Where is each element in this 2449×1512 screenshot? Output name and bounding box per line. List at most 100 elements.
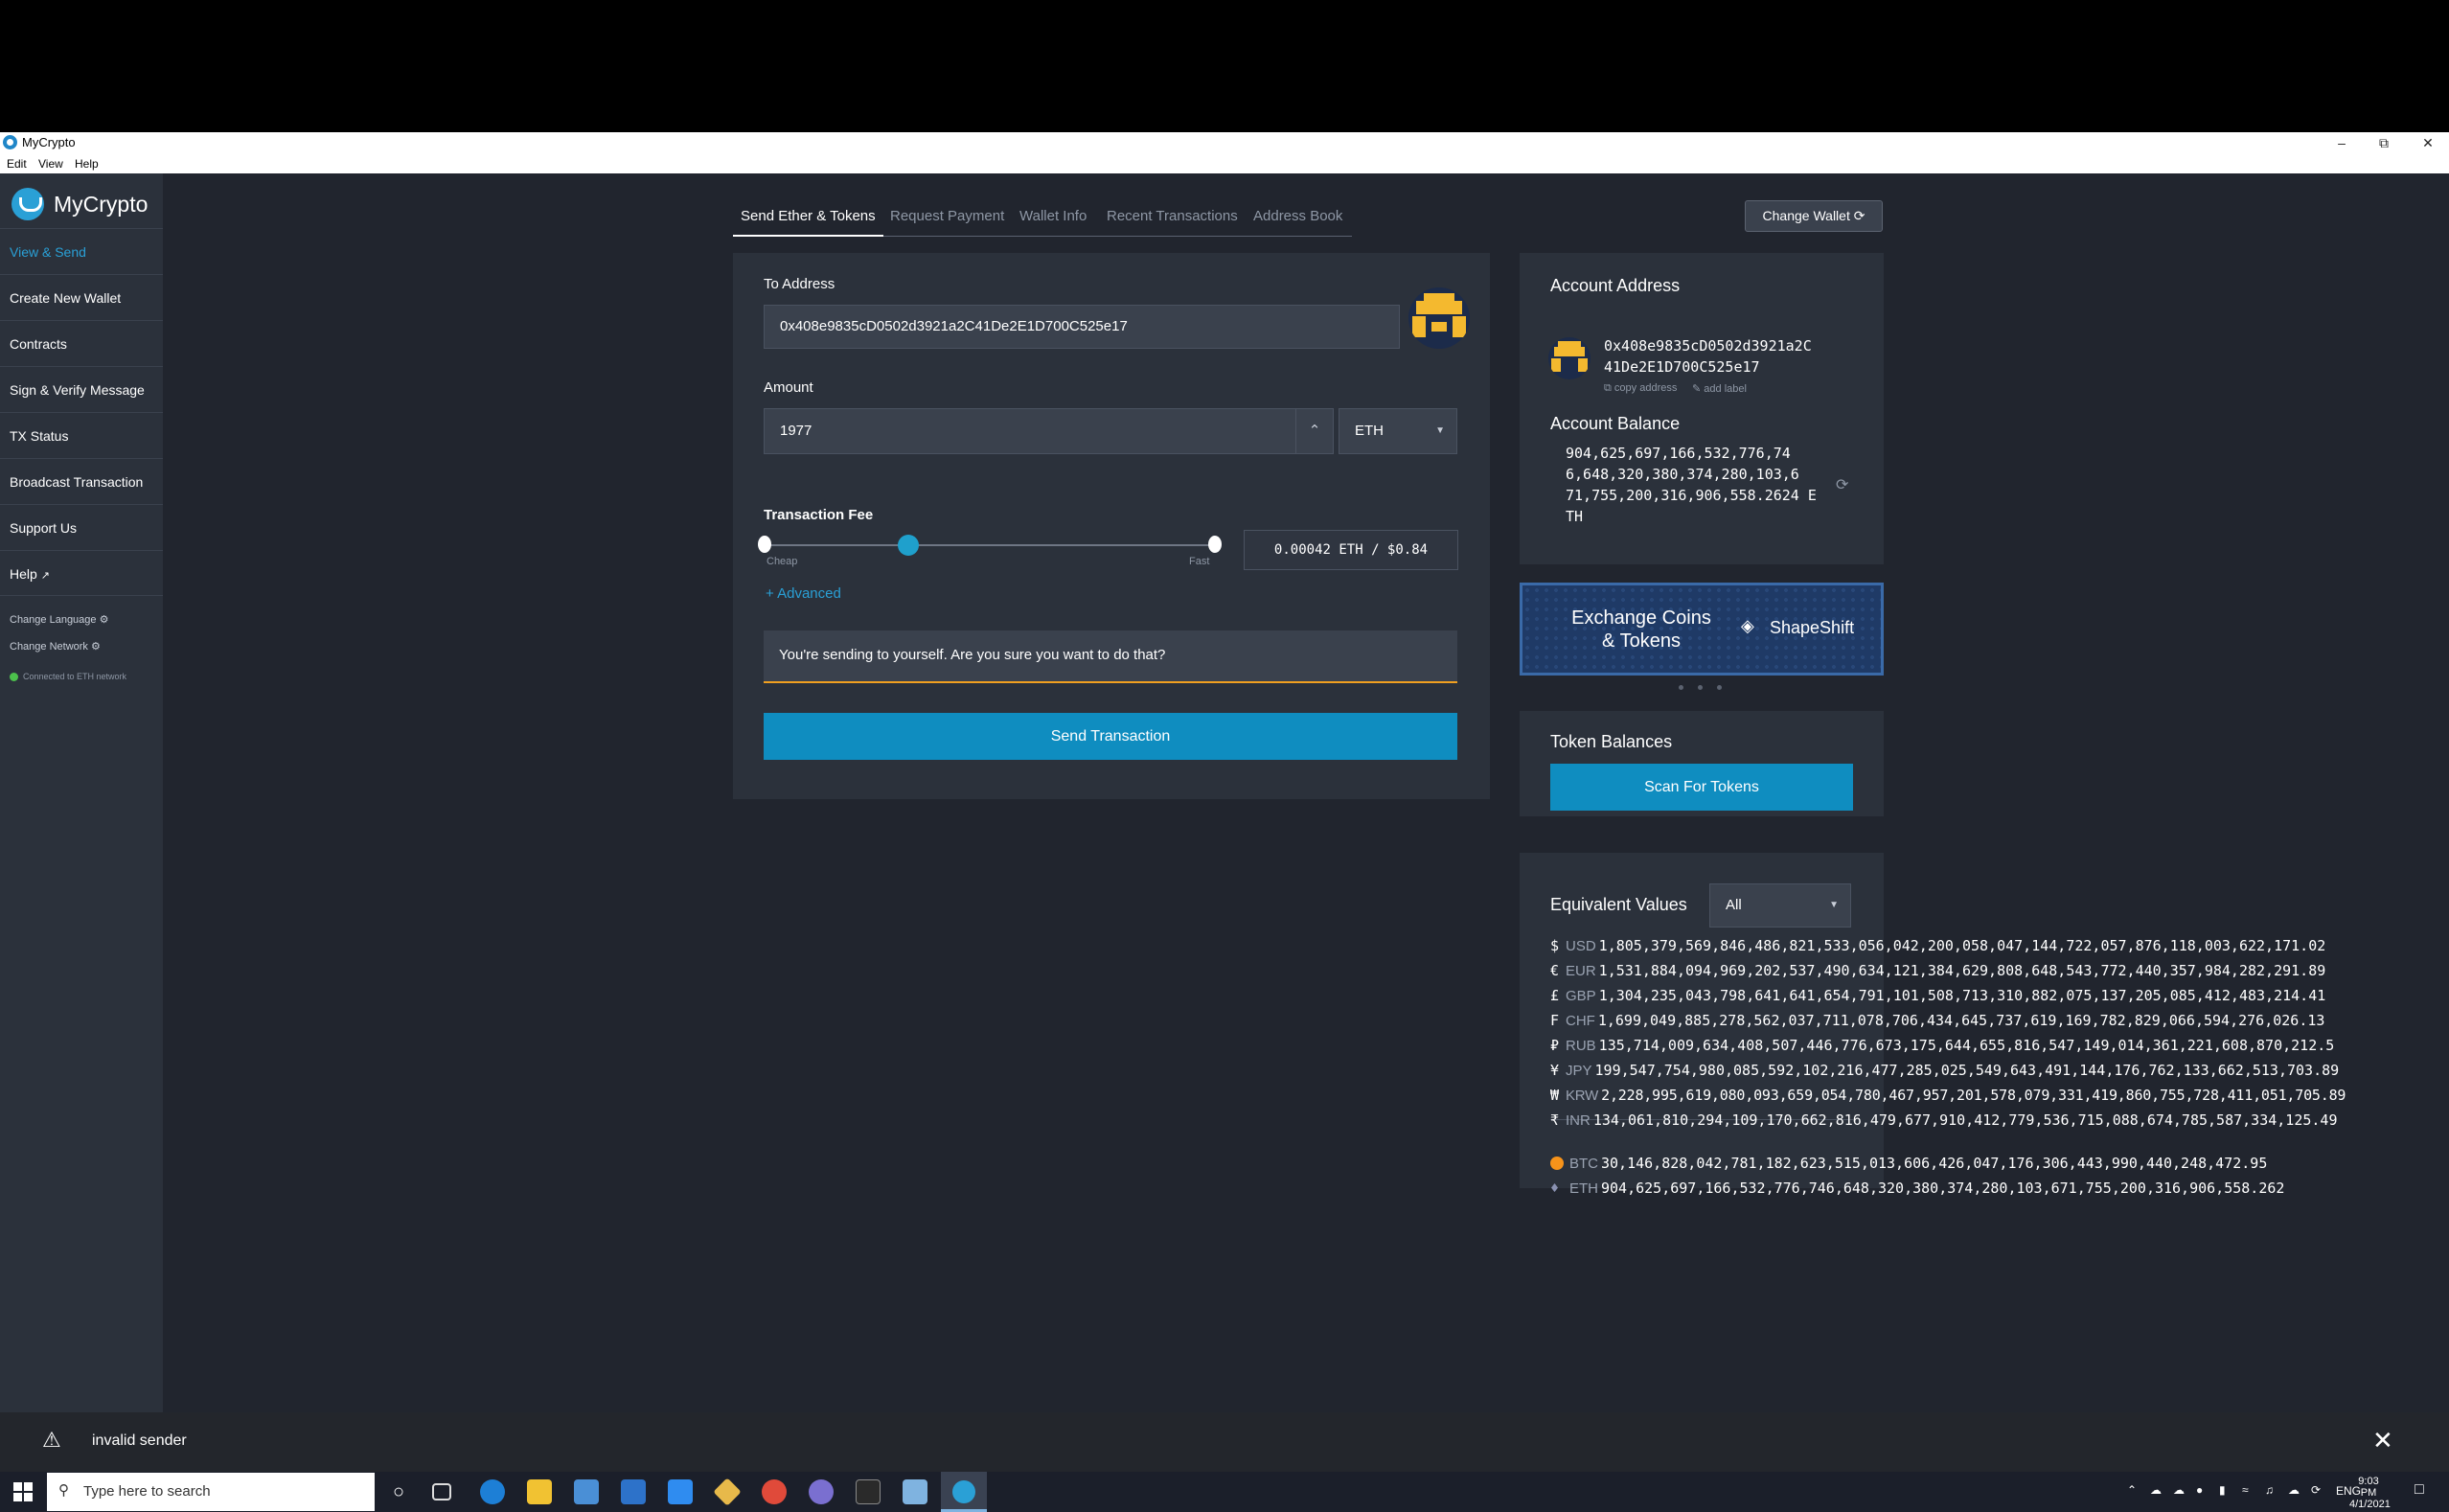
menu-help[interactable]: Help [75, 157, 99, 171]
ethereum-icon: ♦ [1550, 1180, 1560, 1197]
notepad-icon[interactable] [903, 1479, 927, 1504]
task-view-icon[interactable] [432, 1483, 451, 1501]
currency-filter-select[interactable]: All ▼ [1709, 883, 1851, 928]
gear-icon: ⚙ [99, 614, 109, 626]
close-window-icon[interactable]: ✕ [2409, 133, 2447, 152]
tray-cloud-icon[interactable]: ☁ [2173, 1483, 2185, 1497]
tray-mic-icon[interactable]: ● [2196, 1483, 2203, 1497]
shapeshift-promo-banner[interactable]: Exchange Coins & Tokens ◈ ShapeShift [1520, 583, 1884, 676]
window-title: MyCrypto [22, 135, 76, 149]
sidebar-item-create-wallet[interactable]: Create New Wallet [0, 274, 163, 320]
copy-address-link[interactable]: ⧉ copy address [1604, 382, 1677, 395]
scan-tokens-button[interactable]: Scan For Tokens [1550, 764, 1853, 811]
tray-onedrive-icon[interactable]: ☁ [2288, 1483, 2300, 1497]
balance-line-4: TH [1566, 508, 1584, 525]
mycrypto-logo-icon [11, 188, 44, 220]
currency-value: 135,714,009,634,408,507,446,776,673,175,… [1598, 1037, 2335, 1054]
change-network-link[interactable]: Change Network ⚙ [10, 640, 101, 653]
windows-start-icon[interactable] [13, 1482, 33, 1501]
currency-symbol: ¥ [1550, 1062, 1560, 1079]
sidebar-item-broadcast[interactable]: Broadcast Transaction [0, 458, 163, 504]
fee-cheap-label: Cheap [767, 556, 798, 567]
mail-icon[interactable] [621, 1479, 646, 1504]
file-explorer-icon[interactable] [527, 1479, 552, 1504]
search-icon: ⚲ [58, 1482, 69, 1499]
change-language-link[interactable]: Change Language ⚙ [10, 613, 108, 626]
refresh-balance-icon[interactable]: ⟳ [1836, 475, 1848, 494]
tray-battery-icon[interactable]: ▮ [2219, 1483, 2226, 1497]
notifications-icon[interactable]: □ [2415, 1481, 2424, 1499]
chevron-down-icon: ▼ [1435, 425, 1445, 436]
sidebar-item-help[interactable]: Help ↗ [0, 550, 163, 596]
fee-slider-track[interactable] [765, 544, 1215, 546]
currency-filter-value: All [1726, 897, 1742, 913]
menu-edit[interactable]: Edit [7, 157, 27, 171]
minimize-icon[interactable]: – [2323, 133, 2361, 152]
currency-code: CHF [1566, 1013, 1595, 1029]
sidebar-item-sign-verify[interactable]: Sign & Verify Message [0, 366, 163, 412]
brand-logo[interactable]: MyCrypto [11, 185, 148, 223]
carousel-dot[interactable] [1698, 685, 1703, 690]
taskbar-search-box[interactable]: ⚲ Type here to search [47, 1473, 375, 1511]
chevron-down-icon: ▼ [1829, 900, 1839, 910]
carousel-dot[interactable] [1717, 685, 1722, 690]
app-diamond-icon[interactable] [713, 1478, 742, 1506]
tab-send[interactable]: Send Ether & Tokens [733, 208, 883, 237]
menu-view[interactable]: View [38, 157, 63, 171]
send-everything-button[interactable]: ⌃ [1295, 408, 1334, 454]
zoom-icon[interactable] [668, 1479, 693, 1504]
store-icon[interactable] [574, 1479, 599, 1504]
sidebar-item-contracts[interactable]: Contracts [0, 320, 163, 366]
tab-address-book[interactable]: Address Book [1253, 208, 1342, 224]
unit-select[interactable]: ETH ▼ [1339, 408, 1457, 454]
fee-slider-max-handle [1208, 536, 1222, 553]
currency-code: BTC [1569, 1156, 1598, 1172]
fiat-row-gbp: £ GBP 1,304,235,043,798,641,641,654,791,10… [1550, 987, 2325, 1004]
edge-browser-icon[interactable] [480, 1479, 505, 1504]
add-label-link[interactable]: ✎ add label [1692, 382, 1747, 395]
tray-sync-icon[interactable]: ⟳ [2311, 1483, 2321, 1497]
tray-chevron-up-icon[interactable]: ⌃ [2127, 1483, 2137, 1497]
send-transaction-button[interactable]: Send Transaction [764, 713, 1457, 760]
advanced-link[interactable]: + Advanced [766, 585, 841, 602]
transaction-fee-label: Transaction Fee [764, 507, 874, 523]
currency-symbol: $ [1550, 937, 1560, 954]
slack-icon[interactable] [809, 1479, 834, 1504]
fiat-row-inr: ₹ INR 134,061,810,294,109,170,662,816,479,… [1550, 1111, 2338, 1129]
terminal-icon[interactable] [856, 1479, 881, 1504]
crypto-row-btc: BTC 30,146,828,042,781,182,623,515,013,60… [1550, 1155, 2267, 1172]
clock[interactable]: 9:03 PM 4/1/2021 [2349, 1476, 2391, 1510]
cortana-icon[interactable]: ○ [386, 1479, 411, 1504]
restore-icon[interactable]: ⧉ [2365, 133, 2403, 152]
account-card: Account Address 0x408e9835cD0502d3921a2C… [1520, 253, 1884, 564]
carousel-dot[interactable] [1679, 685, 1683, 690]
currency-value: 2,228,995,619,080,093,659,054,780,467,95… [1601, 1087, 2346, 1104]
clock-date: 4/1/2021 [2349, 1499, 2391, 1510]
clock-time: 9:03 PM [2358, 1476, 2379, 1499]
to-address-input[interactable]: 0x408e9835cD0502d3921a2C41De2E1D700C525e… [764, 305, 1400, 349]
bitcoin-icon [1550, 1155, 1566, 1172]
copy-address-label: copy address [1614, 382, 1678, 394]
sidebar-item-support[interactable]: Support Us [0, 504, 163, 550]
tray-volume-icon[interactable]: ♫ [2265, 1483, 2274, 1497]
taskbar-mycrypto-active[interactable] [941, 1472, 987, 1512]
currency-value: 30,146,828,042,781,182,623,515,013,606,4… [1601, 1155, 2268, 1172]
change-wallet-button[interactable]: Change Wallet ⟳ [1745, 200, 1883, 232]
external-link-icon: ↗ [40, 570, 50, 582]
windows-taskbar: ⚲ Type here to search ○ ⌃ ☁ ☁ ● ▮ ≈ ♫ ☁ … [0, 1472, 2449, 1512]
sidebar-item-view-send[interactable]: View & Send [0, 228, 163, 274]
window-titlebar: MyCrypto – ⧉ ✕ [0, 132, 2449, 153]
tab-request-payment[interactable]: Request Payment [890, 208, 1004, 224]
search-placeholder: Type here to search [83, 1483, 211, 1500]
carousel-dots[interactable] [1679, 685, 1725, 691]
currency-symbol: ₽ [1550, 1037, 1560, 1054]
tab-wallet-info[interactable]: Wallet Info [1019, 208, 1087, 224]
close-notification-icon[interactable]: ✕ [2372, 1426, 2393, 1455]
tray-wifi-icon[interactable]: ≈ [2242, 1483, 2249, 1497]
tray-network-icon[interactable]: ☁ [2150, 1483, 2162, 1497]
tab-recent-transactions[interactable]: Recent Transactions [1107, 208, 1238, 224]
token-balances-label: Token Balances [1550, 732, 1673, 751]
chrome-icon[interactable] [762, 1479, 787, 1504]
sidebar-item-tx-status[interactable]: TX Status [0, 412, 163, 458]
amount-input[interactable]: 1977 [764, 408, 1296, 454]
